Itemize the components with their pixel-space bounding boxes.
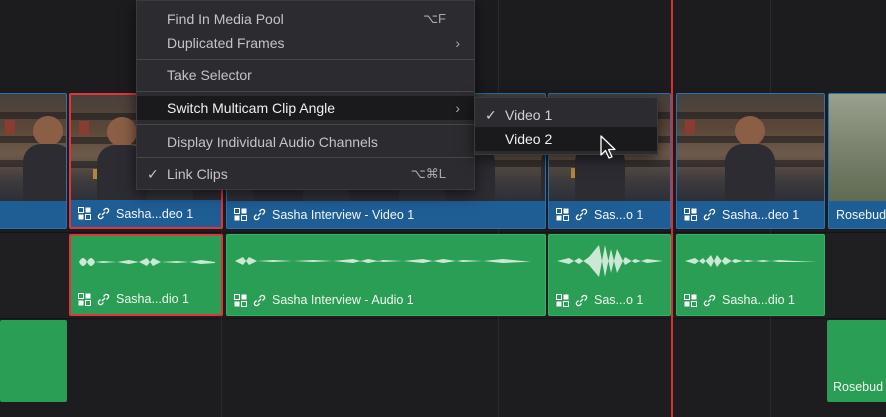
multicam-clip-icon (78, 207, 91, 220)
link-icon (253, 208, 266, 221)
link-icon (253, 294, 266, 306)
link-icon (97, 293, 110, 305)
link-icon (97, 207, 110, 220)
menu-separator (137, 124, 474, 125)
audio-track-2 (0, 318, 886, 417)
submenu-item-video-2[interactable]: Video 2 (475, 127, 657, 151)
checkmark-icon: ✓ (485, 106, 497, 123)
clip-context-menu: Find In Media Pool ⌥F Duplicated Frames … (136, 0, 475, 190)
audio-clip[interactable]: Sas...o 1 (548, 234, 671, 316)
clip-label: Sasha...dio 1 (722, 293, 795, 307)
audio-clip[interactable]: Rosebud (827, 320, 886, 402)
clip-label: Sasha...deo 1 (116, 206, 194, 221)
menu-separator (137, 59, 474, 60)
playhead[interactable] (671, 0, 673, 417)
audio-waveform (235, 257, 531, 265)
submenu-arrow-icon: › (455, 35, 460, 51)
clip-label: Rosebud (833, 380, 884, 394)
audio-waveform (79, 258, 215, 266)
menu-separator (137, 91, 474, 92)
multicam-clip-icon (78, 292, 91, 306)
menu-separator (137, 157, 474, 158)
link-icon (575, 294, 588, 306)
video-clip[interactable]: Sasha...deo 1 (676, 93, 825, 229)
checkmark-icon: ✓ (147, 165, 159, 182)
multicam-clip-icon (234, 208, 247, 221)
video-clip[interactable]: Rosebud (828, 93, 886, 229)
link-icon (703, 294, 716, 306)
link-icon (575, 208, 588, 221)
multicam-clip-icon (234, 293, 247, 307)
clip-label: Sasha Interview - Audio 1 (272, 293, 414, 307)
menu-item-link-clips[interactable]: ✓ Link Clips ⌥⌘L (137, 162, 474, 186)
shortcut-label: ⌥⌘L (410, 166, 446, 181)
clip-label: Sasha Interview - Video 1 (272, 207, 415, 222)
clip-label: Rosebud (836, 207, 886, 222)
mouse-pointer-icon (600, 135, 616, 159)
multicam-angle-submenu: ✓ Video 1 Video 2 (474, 97, 658, 155)
clip-label: Sasha...dio 1 (116, 292, 189, 306)
submenu-arrow-icon: › (455, 100, 460, 116)
submenu-item-video-1[interactable]: ✓ Video 1 (475, 103, 657, 127)
multicam-clip-icon (684, 293, 697, 307)
menu-item-display-individual-audio-channels[interactable]: Display Individual Audio Channels (137, 130, 474, 154)
multicam-clip-icon (556, 208, 569, 221)
clip-label: Sas...o 1 (594, 207, 644, 222)
video-clip[interactable] (0, 93, 67, 229)
clip-label: Sasha...deo 1 (722, 207, 800, 222)
menu-item-duplicated-frames[interactable]: Duplicated Frames › (137, 31, 474, 55)
audio-clip-selected[interactable]: Sasha...dio 1 (69, 234, 223, 316)
multicam-clip-icon (556, 293, 569, 307)
audio-clip[interactable]: Sasha...dio 1 (676, 234, 825, 316)
multicam-clip-icon (684, 208, 697, 221)
menu-item-switch-multicam-clip-angle[interactable]: Switch Multicam Clip Angle › (137, 96, 474, 120)
audio-waveform (557, 245, 663, 277)
menu-item-take-selector[interactable]: Take Selector (137, 63, 474, 87)
audio-waveform (685, 255, 817, 267)
menu-item-find-in-media-pool[interactable]: Find In Media Pool ⌥F (137, 7, 474, 31)
audio-clip[interactable]: Sasha Interview - Audio 1 (226, 234, 546, 316)
shortcut-label: ⌥F (423, 11, 446, 26)
audio-clip[interactable] (0, 320, 67, 402)
link-icon (703, 208, 716, 221)
clip-label: Sas...o 1 (594, 293, 644, 307)
